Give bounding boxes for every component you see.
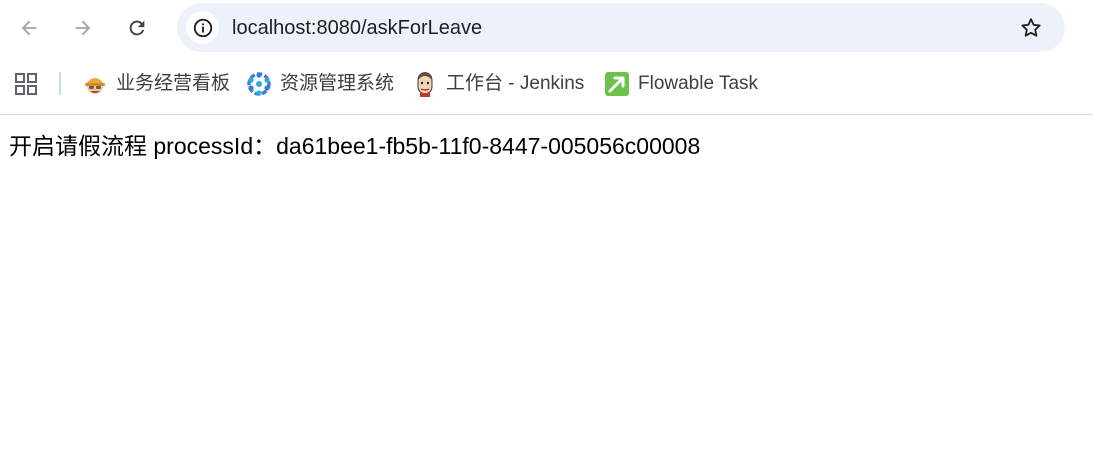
bookmark-label: 资源管理系统 <box>280 73 395 94</box>
info-icon <box>193 18 212 37</box>
jenkins-icon <box>412 71 438 97</box>
back-button[interactable] <box>11 10 47 46</box>
reload-button[interactable] <box>119 10 155 46</box>
reload-icon <box>129 20 145 36</box>
apps-grid-icon <box>15 73 37 95</box>
url-text[interactable]: localhost:8080/askForLeave <box>232 16 482 40</box>
flowable-icon <box>604 71 630 97</box>
forward-button[interactable] <box>65 10 101 46</box>
bookmarks-bar: 业务经营看板 资源管理系统 工作台 - Jenkins Flowable Tas… <box>0 62 1093 106</box>
site-info-button[interactable] <box>186 11 219 44</box>
arrow-right-icon <box>75 20 91 36</box>
bookmark-label: 业务经营看板 <box>116 73 231 94</box>
bookmark-label: Flowable Task <box>638 73 759 94</box>
bookmark-item-jenkins[interactable]: 工作台 - Jenkins <box>412 68 584 100</box>
bookmark-star-button[interactable] <box>1017 14 1045 42</box>
apps-button[interactable] <box>14 72 38 96</box>
browser-toolbar: localhost:8080/askForLeave <box>0 0 1093 56</box>
bookmark-item-resource-management[interactable]: 资源管理系统 <box>246 68 394 100</box>
bookmark-item-flowable-task[interactable]: Flowable Task <box>604 68 758 100</box>
browser-chrome: localhost:8080/askForLeave 业务经营看板 资源管理系统… <box>0 0 1093 115</box>
flower-network-icon <box>246 71 272 97</box>
page-content-text: 开启请假流程 processId：da61bee1-fb5b-11f0-8447… <box>9 133 701 159</box>
address-bar[interactable]: localhost:8080/askForLeave <box>177 3 1065 52</box>
bookmark-label: 工作台 - Jenkins <box>446 73 585 94</box>
bookmark-item-business-dashboard[interactable]: 业务经营看板 <box>82 68 230 100</box>
bookmarks-divider <box>59 72 61 95</box>
arrow-left-icon <box>21 20 37 36</box>
star-icon <box>1021 18 1041 37</box>
worker-helmet-icon <box>82 71 108 97</box>
